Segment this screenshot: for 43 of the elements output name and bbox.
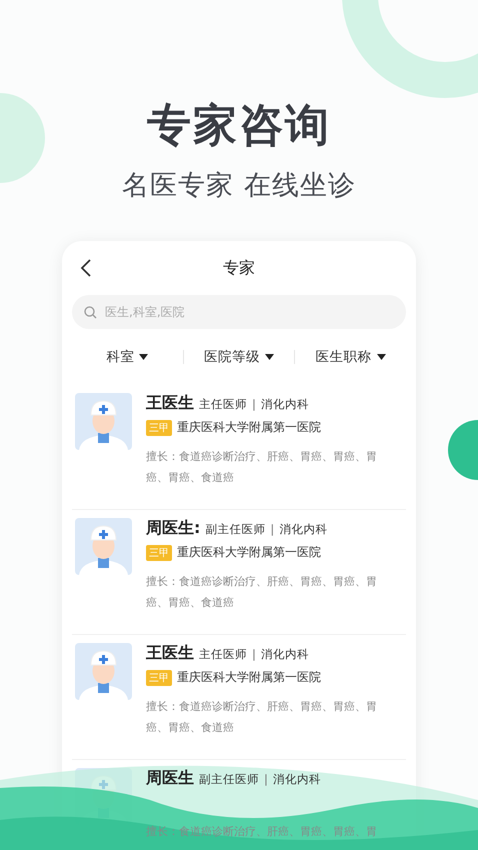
specialty-text: 擅长：食道癌诊断治疗、肝癌、胃癌、胃癌、胃癌、胃癌、食道癌 (146, 699, 378, 736)
doctor-avatar (75, 643, 132, 700)
hospital-name: 重庆医科大学附属第一医院 (177, 419, 321, 436)
doctor-title: 副主任医师 (205, 522, 266, 537)
grade-tag: 三甲 (146, 670, 172, 686)
search-field[interactable]: 医生,科室,医院 (72, 295, 406, 329)
doctor-avatar (75, 393, 132, 450)
doctor-name: 王医生 (146, 643, 194, 664)
department: 消化内科 (260, 397, 309, 412)
specialty-text: 擅长：食道癌诊断治疗、肝癌、胃癌、胃癌、胃癌、胃癌、食道癌 (146, 574, 378, 611)
doctor-avatar (75, 518, 132, 575)
filter-dropdown[interactable]: 科室 (72, 348, 183, 366)
doctor-name: 王医生 (146, 393, 194, 414)
grade-tag: 三甲 (146, 420, 172, 436)
hospital-name: 重庆医科大学附属第一医院 (177, 669, 321, 686)
search-input[interactable]: 医生,科室,医院 (103, 304, 394, 320)
back-icon[interactable] (80, 259, 92, 277)
caret-icon (376, 354, 386, 360)
specialty-text: 擅长：食道癌诊断治疗、肝癌、胃癌、胃癌、胃 (146, 824, 378, 840)
caret-icon (265, 354, 274, 360)
filter-dropdown[interactable]: 医院等级 (184, 348, 294, 366)
hero-title: 专家咨询 (147, 99, 331, 153)
screen-title: 专家 (223, 258, 255, 278)
hospital-name: 重庆医科大学附属第一医院 (177, 544, 321, 561)
separator: | (252, 397, 256, 411)
search-icon (84, 306, 97, 318)
separator: | (264, 772, 268, 786)
doctor-title: 主任医师 (199, 397, 247, 412)
department: 消化内科 (279, 522, 328, 537)
doctor-name: 周医生: (146, 518, 200, 539)
filter-dropdown[interactable]: 医生职称 (295, 348, 406, 366)
department: 消化内科 (260, 647, 309, 662)
doctor-title: 副主任医师 (199, 772, 259, 787)
separator: | (252, 647, 256, 661)
doctor-title: 主任医师 (199, 647, 247, 662)
circle-decoration (448, 420, 478, 480)
doctor-name: 周医生 (146, 768, 194, 789)
hero-subtitle: 名医专家 在线坐诊 (122, 169, 356, 203)
separator: | (270, 522, 274, 536)
specialty-text: 擅长：食道癌诊断治疗、肝癌、胃癌、胃癌、胃癌、胃癌、食道癌 (146, 449, 378, 486)
grade-tag: 三甲 (146, 544, 172, 560)
department: 消化内科 (272, 772, 321, 787)
caret-icon (139, 354, 148, 360)
